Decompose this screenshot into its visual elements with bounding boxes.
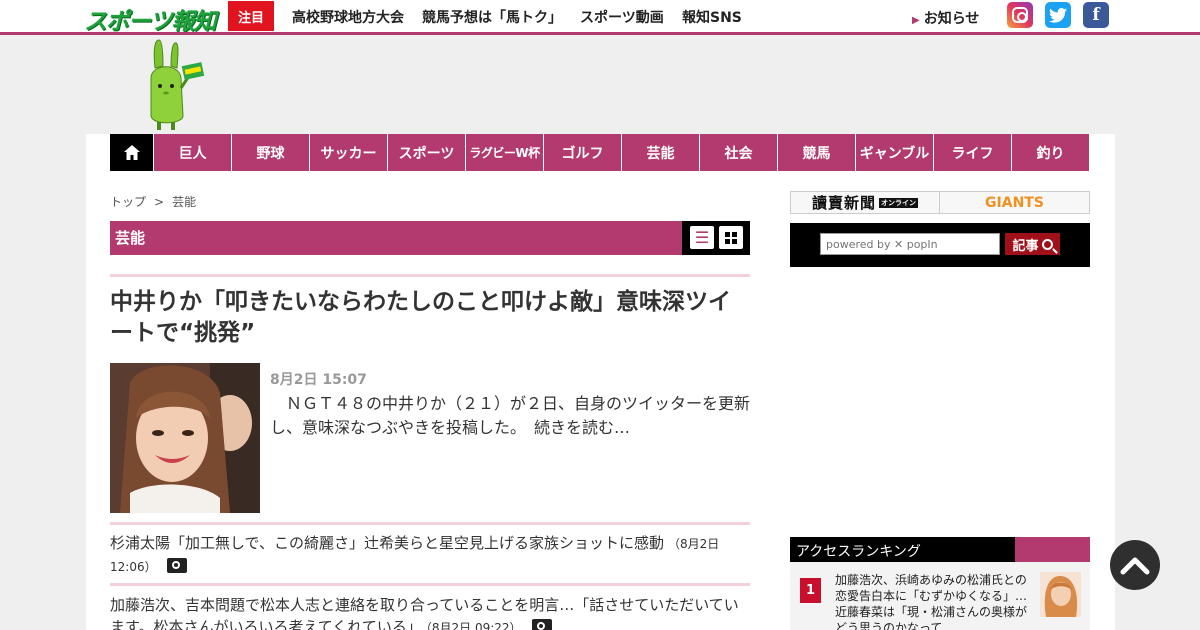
search-box: 記事 bbox=[790, 223, 1090, 267]
nav-item-baseball[interactable]: 野球 bbox=[231, 134, 309, 171]
grid-view-icon[interactable] bbox=[719, 226, 743, 249]
camera-icon bbox=[166, 558, 187, 573]
facebook-icon[interactable]: f bbox=[1083, 2, 1109, 28]
site-logo[interactable]: スポーツ報知 bbox=[84, 2, 217, 36]
nav-item-life[interactable]: ライフ bbox=[933, 134, 1011, 171]
article-title[interactable]: 加藤浩次、吉本問題で松本人志と連絡を取り合っていることを明言…「話させていただい… bbox=[110, 596, 739, 630]
nav-item-horse-racing[interactable]: 競馬 bbox=[777, 134, 855, 171]
nav-item-golf[interactable]: ゴルフ bbox=[543, 134, 621, 171]
headline-lead[interactable]: ＮＧＴ４８の中井りか（２１）が２日、自身のツイッターを更新し、意味深なつぶやきを… bbox=[270, 392, 750, 440]
ranking-thumbnail[interactable] bbox=[1040, 572, 1081, 617]
ranking-item[interactable]: 1 加藤浩次、浜崎あゆみの松浦氏との恋愛告白本に「むずかゆくなる」…近藤春菜は「… bbox=[790, 562, 1090, 630]
twitter-icon[interactable] bbox=[1045, 2, 1071, 28]
yomiuri-online-link[interactable]: 讀賣新聞 オンライン bbox=[791, 192, 940, 213]
list-item[interactable]: 加藤浩次、吉本問題で松本人志と連絡を取り合っていることを明言…「話させていただい… bbox=[110, 594, 750, 630]
nav-item-fishing[interactable]: 釣り bbox=[1011, 134, 1089, 171]
nav-item-soccer[interactable]: サッカー bbox=[309, 134, 387, 171]
instagram-icon[interactable] bbox=[1007, 2, 1033, 28]
headline-date: 8月2日 15:07 bbox=[270, 372, 367, 388]
top-link-koshien[interactable]: 高校野球地方大会 bbox=[292, 7, 404, 27]
ranking-text[interactable]: 加藤浩次、浜崎あゆみの松浦氏との恋愛告白本に「むずかゆくなる」…近藤春菜は「現・… bbox=[835, 572, 1035, 630]
partner-banner: 讀賣新聞 オンライン GIANTS bbox=[790, 191, 1090, 214]
headline-thumbnail[interactable] bbox=[110, 363, 260, 513]
search-button-label: 記事 bbox=[1012, 238, 1039, 254]
section-header: 芸能 ☰ bbox=[110, 221, 750, 255]
triangle-icon: ▶ bbox=[912, 15, 920, 26]
ranking-title: アクセスランキング bbox=[796, 544, 921, 560]
ranking-header: アクセスランキング bbox=[790, 537, 1090, 562]
nav-item-giants[interactable]: 巨人 bbox=[153, 134, 231, 171]
top-bar: スポーツ報知 注目 高校野球地方大会 競馬予想は「馬トク」 スポーツ動画 報知S… bbox=[0, 0, 1200, 35]
headline-title[interactable]: 中井りか「叩きたいならわたしのこと叩けよ敵」意味深ツイートで“挑発” bbox=[110, 287, 750, 349]
breadcrumb-current: 芸能 bbox=[172, 195, 197, 209]
top-link-hochi-sns[interactable]: 報知SNS bbox=[682, 7, 742, 27]
ranking-header-accent bbox=[1015, 537, 1090, 562]
yomiuri-badge: オンライン bbox=[879, 197, 918, 208]
search-input[interactable] bbox=[820, 233, 1000, 255]
breadcrumb-separator: > bbox=[154, 195, 165, 209]
mascot-character bbox=[145, 38, 207, 130]
divider bbox=[110, 274, 750, 277]
divider bbox=[110, 522, 750, 525]
notice-label: お知らせ bbox=[923, 11, 980, 27]
top-bar-divider bbox=[0, 32, 1200, 35]
article-title[interactable]: 杉浦太陽「加工無しで、この綺麗さ」辻希美らと星空見上げる家族ショットに感動 bbox=[110, 534, 664, 552]
article-time: （8月2日 09:22） bbox=[425, 621, 522, 630]
camera-icon bbox=[531, 619, 552, 630]
list-item[interactable]: 杉浦太陽「加工無しで、この綺麗さ」辻希美らと星空見上げる家族ショットに感動 （8月… bbox=[110, 532, 750, 578]
main-nav: 巨人 野球 サッカー スポーツ ラグビーW杯 ゴルフ 芸能 社会 競馬 ギャンブ… bbox=[110, 134, 1089, 171]
top-link-sports-video[interactable]: スポーツ動画 bbox=[580, 7, 664, 27]
notice-link[interactable]: ▶ お知らせ bbox=[912, 8, 979, 28]
section-title: 芸能 bbox=[115, 229, 146, 247]
nav-item-gamble[interactable]: ギャンブル bbox=[855, 134, 933, 171]
search-button[interactable]: 記事 bbox=[1005, 233, 1060, 255]
nav-item-entertainment[interactable]: 芸能 bbox=[621, 134, 699, 171]
featured-badge: 注目 bbox=[228, 1, 274, 31]
nav-item-sports[interactable]: スポーツ bbox=[387, 134, 465, 171]
nav-item-society[interactable]: 社会 bbox=[699, 134, 777, 171]
top-link-umatoku[interactable]: 競馬予想は「馬トク」 bbox=[422, 7, 562, 27]
view-toggle: ☰ bbox=[682, 221, 750, 255]
list-view-icon[interactable]: ☰ bbox=[690, 226, 714, 249]
nav-item-rugby-wc[interactable]: ラグビーW杯 bbox=[465, 134, 543, 171]
yomiuri-label: 讀賣新聞 bbox=[811, 194, 876, 212]
home-icon[interactable] bbox=[110, 134, 153, 171]
breadcrumb-top[interactable]: トップ bbox=[110, 195, 146, 209]
back-to-top-button[interactable] bbox=[1110, 540, 1160, 590]
giants-link[interactable]: GIANTS bbox=[940, 192, 1089, 213]
breadcrumb: トップ > 芸能 bbox=[110, 193, 196, 210]
divider bbox=[110, 583, 750, 586]
search-icon bbox=[1041, 238, 1053, 250]
rank-number: 1 bbox=[800, 578, 821, 603]
